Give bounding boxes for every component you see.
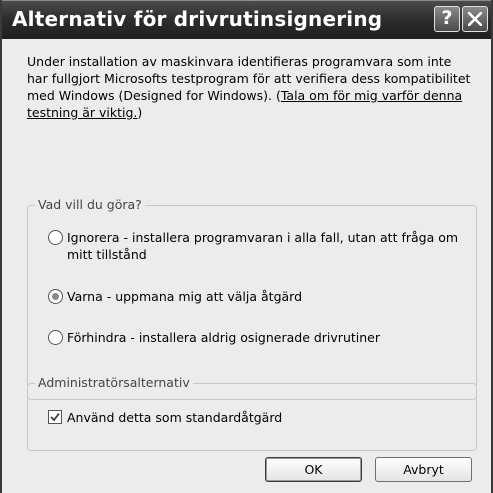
radio-button-block[interactable]	[48, 330, 63, 345]
cancel-button[interactable]: Avbryt	[375, 457, 472, 482]
question-mark-icon: ?	[441, 7, 453, 29]
default-action-checkbox[interactable]	[48, 410, 62, 424]
radio-button-ignore[interactable]	[48, 230, 63, 245]
driver-signing-dialog: Alternativ för drivrutinsignering ? Unde…	[0, 0, 493, 493]
checkmark-icon	[50, 412, 60, 422]
ok-button[interactable]: OK	[265, 457, 362, 482]
description-text: Under installation av maskinvara identif…	[27, 53, 472, 121]
default-action-label: Använd detta som standardåtgärd	[67, 410, 283, 425]
dialog-content: Under installation av maskinvara identif…	[2, 39, 491, 493]
description-suffix: )	[137, 105, 143, 120]
close-icon	[468, 12, 482, 26]
admin-group-legend: Administratörsalternativ	[35, 375, 193, 390]
radio-button-warn[interactable]	[48, 289, 63, 304]
radio-label-ignore: Ignorera - installera programvaran i all…	[67, 230, 459, 262]
action-group-legend: Vad vill du göra?	[35, 197, 145, 212]
help-button[interactable]: ?	[434, 6, 460, 32]
radio-label-block: Förhindra - installera aldrig osignerade…	[67, 330, 380, 345]
action-groupbox: Vad vill du göra? Ignorera - installera …	[27, 197, 477, 400]
title-bar[interactable]: Alternativ för drivrutinsignering ?	[2, 0, 491, 39]
close-button[interactable]	[462, 6, 488, 32]
window-title: Alternativ för drivrutinsignering	[12, 7, 383, 31]
radio-label-warn: Varna - uppmana mig att välja åtgärd	[67, 289, 303, 304]
admin-groupbox: Administratörsalternativ Använd detta so…	[27, 375, 477, 451]
